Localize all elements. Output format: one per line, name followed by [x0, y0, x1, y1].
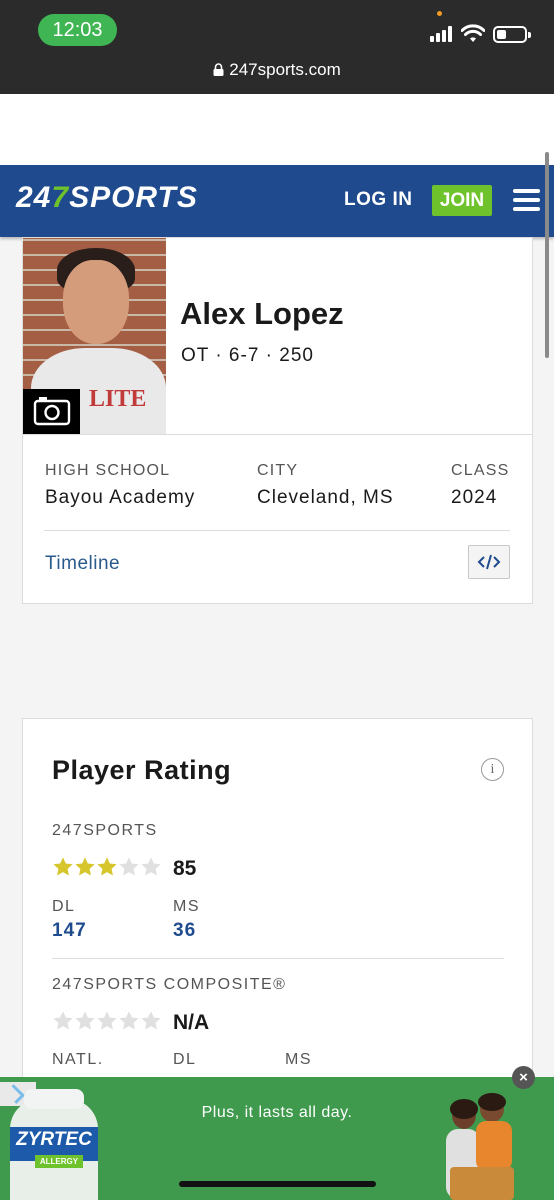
high-school-value: Bayou Academy [45, 487, 196, 508]
battery-icon [493, 26, 531, 43]
high-school-label: HIGH SCHOOL [45, 462, 171, 479]
247sports-star-rating [52, 856, 162, 878]
composite-score: N/A [173, 1011, 210, 1034]
class-label: CLASS [451, 462, 510, 479]
site-logo[interactable]: 247SPORTS [16, 181, 198, 215]
star-empty-icon [97, 1011, 117, 1030]
player-rating-card: Player Rating i 247SPORTS 85 DL 147 MS 3… [22, 718, 533, 1118]
position-rank-value[interactable]: 147 [52, 920, 87, 942]
star-empty-icon [141, 857, 161, 876]
player-profile-card: LITE Alex Lopez OT · 6-7 · 250 HIGH SCHO… [22, 237, 533, 604]
divider [23, 434, 532, 435]
ad-lifestyle-image [446, 1093, 514, 1200]
photo-upload-button[interactable] [23, 389, 80, 435]
shirt-print: LITE [89, 386, 147, 412]
page-top-spacer [0, 94, 554, 165]
site-header: 247SPORTS LOG IN JOIN [0, 165, 554, 237]
player-position-size: OT · 6-7 · 250 [181, 345, 314, 366]
cellular-signal-icon [430, 26, 454, 42]
status-bar: 12:03 247sports.com [0, 0, 554, 94]
rating-title: Player Rating [52, 755, 232, 785]
247sports-score: 85 [173, 857, 197, 880]
star-filled-icon [97, 857, 117, 876]
wifi-icon [461, 24, 485, 42]
privacy-indicator-icon [437, 11, 442, 16]
ad-sub-brand: ALLERGY [35, 1155, 83, 1168]
camera-icon [33, 397, 71, 426]
embed-code-button[interactable] [468, 545, 510, 579]
divider [44, 530, 510, 531]
page-scrollbar[interactable] [545, 152, 549, 358]
join-button[interactable]: JOIN [432, 185, 492, 216]
state-rank-label: MS [173, 898, 200, 915]
national-rank-label: NATL. [52, 1051, 104, 1068]
composite-position-rank-label: DL [173, 1051, 197, 1068]
status-time: 12:03 [38, 14, 117, 46]
247sports-rating-label: 247SPORTS [52, 822, 158, 839]
composite-star-rating [52, 1010, 162, 1032]
login-link[interactable]: LOG IN [344, 189, 412, 211]
player-name: Alex Lopez [180, 296, 344, 331]
star-empty-icon [141, 1011, 161, 1030]
url-text: 247sports.com [229, 60, 341, 79]
lock-icon [213, 63, 224, 76]
star-empty-icon [75, 1011, 95, 1030]
close-ad-button[interactable]: × [512, 1066, 535, 1089]
star-filled-icon [75, 857, 95, 876]
address-bar[interactable]: 247sports.com [0, 60, 554, 80]
star-empty-icon [119, 1011, 139, 1030]
star-empty-icon [119, 857, 139, 876]
position-rank-label: DL [52, 898, 76, 915]
info-icon[interactable]: i [481, 758, 504, 781]
divider [52, 958, 504, 959]
composite-state-rank-label: MS [285, 1051, 312, 1068]
code-icon [477, 554, 501, 570]
city-value: Cleveland, MS [257, 487, 394, 508]
star-filled-icon [53, 857, 73, 876]
timeline-link[interactable]: Timeline [45, 553, 120, 575]
star-empty-icon [53, 1011, 73, 1030]
hamburger-menu-icon[interactable] [513, 189, 540, 211]
composite-rating-label: 247SPORTS COMPOSITE® [52, 976, 287, 993]
state-rank-value[interactable]: 36 [173, 920, 196, 942]
city-label: CITY [257, 462, 299, 479]
home-indicator[interactable] [179, 1181, 376, 1187]
class-value: 2024 [451, 487, 498, 508]
